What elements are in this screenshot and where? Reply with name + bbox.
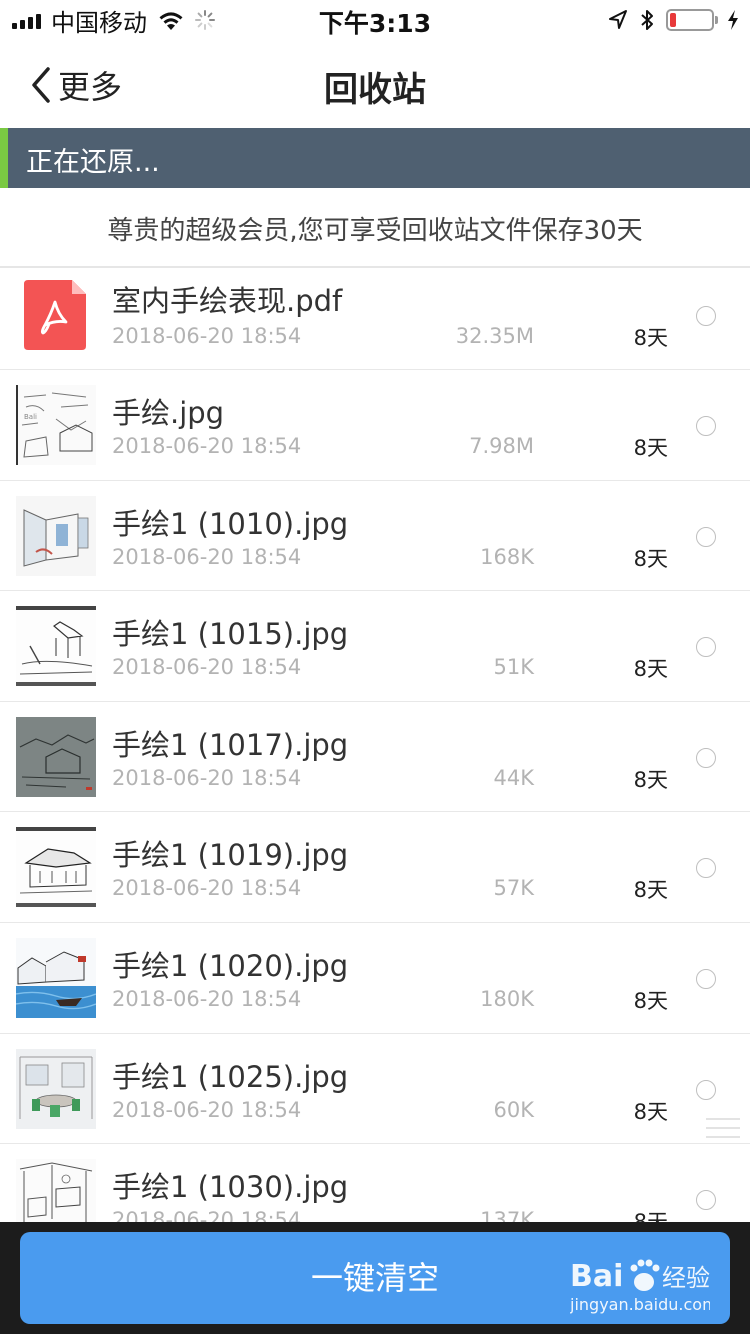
file-name: 手绘.jpg: [112, 396, 225, 430]
bluetooth-icon: [641, 10, 653, 30]
file-row[interactable]: 手绘1 (1017).jpg 2018-06-20 18:54 44K 8天: [0, 701, 750, 813]
file-deleted-date: 2018-06-20 18:54: [112, 544, 302, 569]
days-remaining: 8天: [633, 878, 668, 903]
file-name: 手绘1 (1019).jpg: [112, 838, 349, 873]
file-name: 手绘1 (1015).jpg: [112, 617, 349, 652]
file-deleted-date: 2018-06-20 18:54: [112, 1097, 302, 1122]
battery-level: [670, 13, 676, 27]
file-deleted-date: 2018-06-20 18:54: [112, 655, 302, 680]
file-row[interactable]: 手绘1 (1010).jpg 2018-06-20 18:54 168K 8天: [0, 480, 750, 592]
select-radio[interactable]: [696, 747, 716, 768]
file-deleted-date: 2018-06-20 18:54: [112, 765, 302, 790]
grey-sketch-thumbnail: [16, 716, 96, 797]
vip-retention-notice: 尊贵的超级会员,您可享受回收站文件保存30天: [0, 188, 750, 268]
dining-room-sketch-thumbnail: [16, 1048, 96, 1129]
days-remaining: 8天: [633, 436, 668, 460]
pavilion-sketch-thumbnail: [16, 606, 96, 687]
file-row[interactable]: 手绘1 (1020).jpg 2018-06-20 18:54 180K 8天: [0, 922, 750, 1034]
days-remaining: 8天: [633, 546, 668, 571]
file-row[interactable]: 手绘1 (1025).jpg 2018-06-20 18:54 60K 8天: [0, 1033, 750, 1145]
back-label: 更多: [58, 68, 123, 106]
status-bar-right: [608, 6, 740, 34]
days-remaining: 8天: [633, 988, 668, 1013]
chevron-left-icon: [32, 67, 50, 103]
file-size: 51K: [493, 655, 535, 680]
file-name: 室内手绘表现.pdf: [112, 284, 343, 318]
file-size: 180K: [480, 986, 534, 1011]
location-arrow-icon: [609, 10, 627, 29]
file-size: 57K: [493, 876, 535, 901]
clear-all-button[interactable]: 一键清空: [20, 1232, 730, 1324]
file-row[interactable]: 室内手绘表现.pdf 2018-06-20 18:54 32.35M 8天: [0, 270, 750, 370]
days-remaining: 8天: [633, 326, 668, 350]
select-radio[interactable]: [696, 416, 716, 436]
file-size: 32.35M: [455, 324, 534, 348]
file-row[interactable]: 手绘1 (1015).jpg 2018-06-20 18:54 51K 8天: [0, 591, 750, 702]
back-button[interactable]: 更多: [28, 62, 122, 108]
file-name: 手绘1 (1020).jpg: [112, 948, 349, 983]
file-row[interactable]: Bali 手绘.jpg 2018-06-20 18:54 7.98M 8天: [0, 370, 750, 481]
restore-status-text: 正在还原...: [26, 147, 160, 178]
watertown-sketch-thumbnail: [16, 937, 96, 1018]
file-deleted-date: 2018-06-20 18:54: [112, 324, 302, 348]
select-radio[interactable]: [696, 306, 716, 326]
file-name: 手绘1 (1010).jpg: [112, 506, 349, 541]
days-remaining: 8天: [633, 1099, 668, 1124]
pdf-icon: [24, 280, 86, 350]
house-sketch-thumbnail: [16, 827, 96, 908]
interior-sketch-thumbnail: [16, 495, 96, 576]
file-size: 168K: [480, 544, 534, 569]
file-name: 手绘1 (1030).jpg: [112, 1170, 349, 1205]
battery-icon: [666, 9, 718, 31]
file-name: 手绘1 (1025).jpg: [112, 1059, 349, 1094]
file-deleted-date: 2018-06-20 18:54: [112, 434, 302, 458]
status-bar: 中国移动 下午3:13: [0, 0, 750, 40]
navigation-bar: 更多 回收站: [0, 40, 750, 128]
file-size: 60K: [493, 1097, 535, 1122]
select-radio[interactable]: [696, 968, 716, 989]
days-remaining: 8天: [633, 657, 668, 682]
select-radio[interactable]: [696, 637, 716, 658]
file-size: 7.98M: [469, 434, 534, 458]
select-radio[interactable]: [696, 1190, 716, 1211]
banner-accent: [0, 128, 8, 188]
restore-status-banner: 正在还原...: [0, 128, 750, 188]
select-radio[interactable]: [696, 858, 716, 879]
sketch-thumbnail: Bali: [16, 385, 96, 465]
recycle-bin-file-list: 室内手绘表现.pdf 2018-06-20 18:54 32.35M 8天 Ba…: [0, 270, 750, 1255]
scroll-handle-icon[interactable]: [706, 1118, 740, 1142]
charging-bolt-icon: [728, 10, 738, 30]
select-radio[interactable]: [696, 1079, 716, 1100]
bottom-action-bar: 一键清空: [0, 1222, 750, 1334]
file-deleted-date: 2018-06-20 18:54: [112, 876, 302, 901]
select-radio[interactable]: [696, 526, 716, 547]
file-size: 44K: [493, 765, 535, 790]
file-deleted-date: 2018-06-20 18:54: [112, 986, 302, 1011]
svg-text:Bali: Bali: [24, 413, 37, 421]
file-row[interactable]: 手绘1 (1019).jpg 2018-06-20 18:54 57K 8天: [0, 812, 750, 923]
days-remaining: 8天: [633, 767, 668, 792]
file-name: 手绘1 (1017).jpg: [112, 727, 349, 762]
